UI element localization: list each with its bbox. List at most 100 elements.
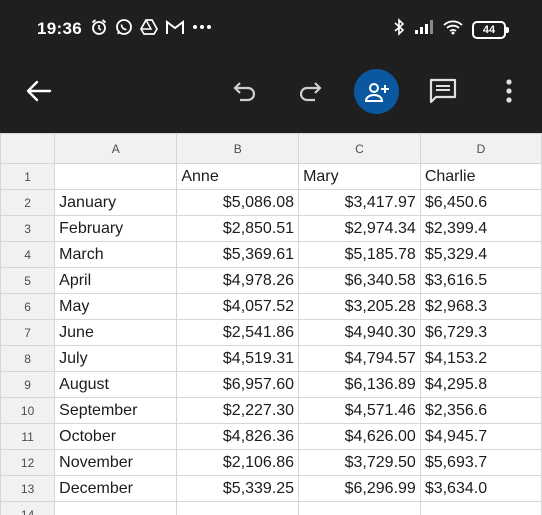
cell-d[interactable]: $2,968.3	[419, 293, 542, 320]
cell-c[interactable]: $3,205.28	[298, 293, 421, 320]
cell-c[interactable]: $6,136.89	[298, 371, 421, 398]
more-options-button[interactable]	[497, 72, 521, 110]
select-all-corner[interactable]	[0, 133, 56, 164]
share-button[interactable]	[354, 69, 399, 114]
cell-b[interactable]: Anne	[176, 163, 300, 190]
cell-d[interactable]	[419, 501, 542, 515]
row-header[interactable]: 4	[0, 241, 56, 268]
cell-d[interactable]: $3,616.5	[419, 267, 542, 294]
cell-c[interactable]: $4,794.57	[298, 345, 421, 372]
cell-c[interactable]: $3,417.97	[298, 189, 421, 216]
row-header[interactable]: 7	[0, 319, 56, 346]
cell-b[interactable]: $4,057.52	[176, 293, 300, 320]
row-header[interactable]: 1	[0, 163, 56, 190]
cell-a[interactable]: January	[54, 189, 178, 216]
cell-c[interactable]: $4,940.30	[298, 319, 421, 346]
cell-a[interactable]	[54, 501, 178, 515]
bluetooth-icon	[393, 18, 405, 41]
row-header[interactable]: 11	[0, 423, 56, 450]
table-row: 3 February $2,850.51 $2,974.34 $2,399.4	[0, 215, 542, 242]
cell-c[interactable]: $6,340.58	[298, 267, 421, 294]
cell-d[interactable]: $5,693.7	[419, 449, 542, 476]
cell-c[interactable]: Mary	[298, 163, 421, 190]
back-button[interactable]	[20, 72, 58, 110]
cell-b[interactable]: $4,978.26	[176, 267, 300, 294]
status-bar: 19:36 44	[0, 0, 542, 60]
undo-icon	[233, 82, 256, 102]
table-row: 1 Anne Mary Charlie	[0, 163, 542, 190]
cell-d[interactable]: $3,634.0	[419, 475, 542, 502]
undo-button[interactable]	[226, 72, 264, 110]
table-row: 14	[0, 501, 542, 515]
cell-a[interactable]: February	[54, 215, 178, 242]
cell-c[interactable]: $4,571.46	[298, 397, 421, 424]
row-header[interactable]: 2	[0, 189, 56, 216]
cell-d[interactable]: Charlie	[419, 163, 542, 190]
cell-d[interactable]: $5,329.4	[419, 241, 542, 268]
cell-a[interactable]: March	[54, 241, 178, 268]
table-row: 7 June $2,541.86 $4,940.30 $6,729.3	[0, 319, 542, 346]
cell-c[interactable]: $5,185.78	[298, 241, 421, 268]
cell-c[interactable]: $3,729.50	[298, 449, 421, 476]
cell-b[interactable]: $4,519.31	[176, 345, 300, 372]
cell-a[interactable]: December	[54, 475, 178, 502]
row-header[interactable]: 10	[0, 397, 56, 424]
cell-c[interactable]: $6,296.99	[298, 475, 421, 502]
gmail-icon	[165, 19, 185, 35]
cell-a[interactable]: November	[54, 449, 178, 476]
spreadsheet-grid[interactable]: A B C D 1 Anne Mary Charlie 2 January $5…	[0, 133, 542, 515]
cell-d[interactable]: $2,356.6	[419, 397, 542, 424]
cell-d[interactable]: $4,945.7	[419, 423, 542, 450]
cell-d[interactable]: $6,450.6	[419, 189, 542, 216]
column-header-d[interactable]: D	[419, 133, 542, 164]
cell-a[interactable]: June	[54, 319, 178, 346]
cell-b[interactable]: $2,106.86	[176, 449, 300, 476]
cell-a[interactable]: July	[54, 345, 178, 372]
cell-d[interactable]: $4,295.8	[419, 371, 542, 398]
cell-b[interactable]: $6,957.60	[176, 371, 300, 398]
signal-icon	[414, 19, 434, 40]
redo-button[interactable]	[291, 72, 329, 110]
row-header[interactable]: 5	[0, 267, 56, 294]
column-header-c[interactable]: C	[298, 133, 421, 164]
column-header-a[interactable]: A	[54, 133, 178, 164]
row-header[interactable]: 13	[0, 475, 56, 502]
add-person-icon	[364, 82, 389, 102]
cell-b[interactable]: $4,826.36	[176, 423, 300, 450]
cell-b[interactable]: $5,086.08	[176, 189, 300, 216]
cell-a[interactable]	[54, 163, 178, 190]
cell-c[interactable]: $2,974.34	[298, 215, 421, 242]
row-header[interactable]: 6	[0, 293, 56, 320]
back-arrow-icon	[26, 80, 52, 102]
row-header[interactable]: 8	[0, 345, 56, 372]
cell-d[interactable]: $4,153.2	[419, 345, 542, 372]
row-header[interactable]: 14	[0, 501, 56, 515]
cell-a[interactable]: October	[54, 423, 178, 450]
comments-button[interactable]	[424, 72, 462, 110]
cell-c[interactable]: $4,626.00	[298, 423, 421, 450]
cell-a[interactable]: April	[54, 267, 178, 294]
cell-b[interactable]: $2,850.51	[176, 215, 300, 242]
table-row: 8 July $4,519.31 $4,794.57 $4,153.2	[0, 345, 542, 372]
cell-c[interactable]	[298, 501, 421, 515]
cell-b[interactable]: $2,227.30	[176, 397, 300, 424]
cell-d[interactable]: $6,729.3	[419, 319, 542, 346]
more-vert-icon	[506, 79, 512, 103]
column-header-b[interactable]: B	[176, 133, 300, 164]
cell-a[interactable]: September	[54, 397, 178, 424]
cell-b[interactable]: $5,339.25	[176, 475, 300, 502]
cell-a[interactable]: August	[54, 371, 178, 398]
wifi-icon	[443, 19, 463, 40]
table-row: 2 January $5,086.08 $3,417.97 $6,450.6	[0, 189, 542, 216]
table-row: 12 November $2,106.86 $3,729.50 $5,693.7	[0, 449, 542, 476]
cell-d[interactable]: $2,399.4	[419, 215, 542, 242]
row-header[interactable]: 3	[0, 215, 56, 242]
row-header[interactable]: 9	[0, 371, 56, 398]
cell-b[interactable]	[176, 501, 300, 515]
cell-b[interactable]: $5,369.61	[176, 241, 300, 268]
status-time: 19:36	[37, 19, 82, 38]
row-header[interactable]: 12	[0, 449, 56, 476]
cell-a[interactable]: May	[54, 293, 178, 320]
notification-icons	[90, 18, 212, 36]
cell-b[interactable]: $2,541.86	[176, 319, 300, 346]
